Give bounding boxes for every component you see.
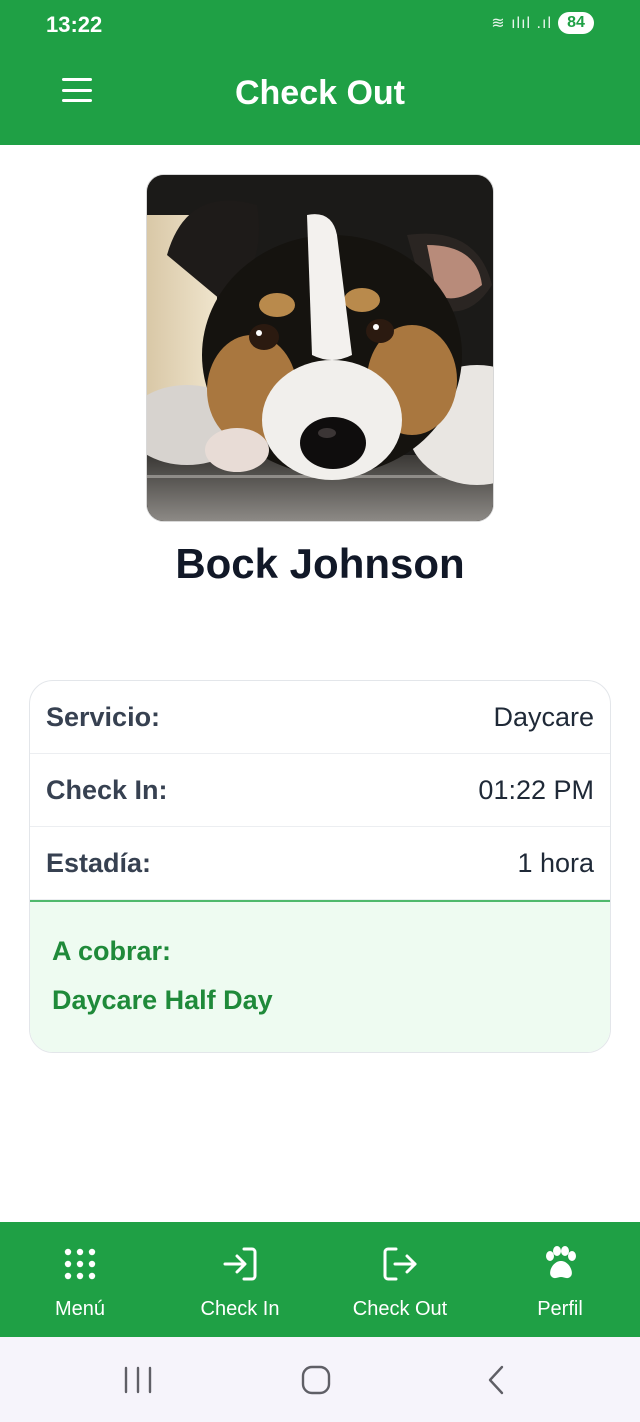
- nav-item-profile[interactable]: Perfil: [480, 1222, 640, 1337]
- nav-item-menu[interactable]: Menú: [0, 1222, 160, 1337]
- top-app-bar: 13:22 ≋ ılıl .ıl 84 Check Out: [0, 0, 640, 145]
- nav-label-menu: Menú: [54, 1298, 106, 1320]
- nav-label-check-in: Check In: [200, 1298, 280, 1320]
- page-title: Check Out: [234, 74, 406, 112]
- detail-row-service: Servicio: Daycare: [30, 681, 610, 754]
- paw-icon: [540, 1244, 580, 1284]
- battery-badge: 84: [558, 12, 594, 34]
- nav-item-check-in[interactable]: Check In: [160, 1222, 320, 1337]
- detail-row-check-in: Check In: 01:22 PM: [30, 754, 610, 827]
- check-in-label: Check In:: [46, 774, 168, 805]
- system-navigation-bar: [0, 1337, 640, 1422]
- home-icon[interactable]: [300, 1365, 332, 1400]
- back-icon[interactable]: [482, 1365, 512, 1400]
- check-in-value: 01:22 PM: [478, 774, 594, 805]
- pet-name: Bock Johnson: [175, 540, 465, 587]
- nav-label-profile: Perfil: [537, 1298, 583, 1320]
- recents-icon[interactable]: [122, 1365, 154, 1400]
- signal-icons: ≋ ılıl .ıl: [491, 15, 552, 32]
- detail-row-stay: Estadía: 1 hora: [30, 827, 610, 900]
- nav-item-check-out[interactable]: Check Out: [320, 1222, 480, 1337]
- grid-dots-icon: [60, 1244, 100, 1284]
- charge-value: Daycare Half Day: [52, 985, 273, 1015]
- service-label: Servicio:: [46, 701, 161, 732]
- stay-label: Estadía:: [46, 847, 152, 878]
- charge-label: A cobrar:: [52, 936, 172, 966]
- dog-photo-icon: [147, 175, 493, 521]
- login-arrow-icon: [220, 1244, 260, 1284]
- status-icons: ≋ ılıl .ıl 84: [491, 12, 594, 34]
- nav-label-check-out: Check Out: [352, 1298, 448, 1320]
- bottom-navigation: Menú Check In Check Out Perfil: [0, 1222, 640, 1337]
- checkout-details-card: Servicio: Daycare Check In: 01:22 PM Est…: [29, 680, 611, 1053]
- stay-value: 1 hora: [517, 847, 594, 878]
- service-value: Daycare: [493, 701, 594, 732]
- logout-arrow-icon: [380, 1244, 420, 1284]
- status-time: 13:22: [46, 12, 103, 37]
- pet-photo: [146, 174, 494, 522]
- charge-section: A cobrar: Daycare Half Day: [30, 900, 610, 1052]
